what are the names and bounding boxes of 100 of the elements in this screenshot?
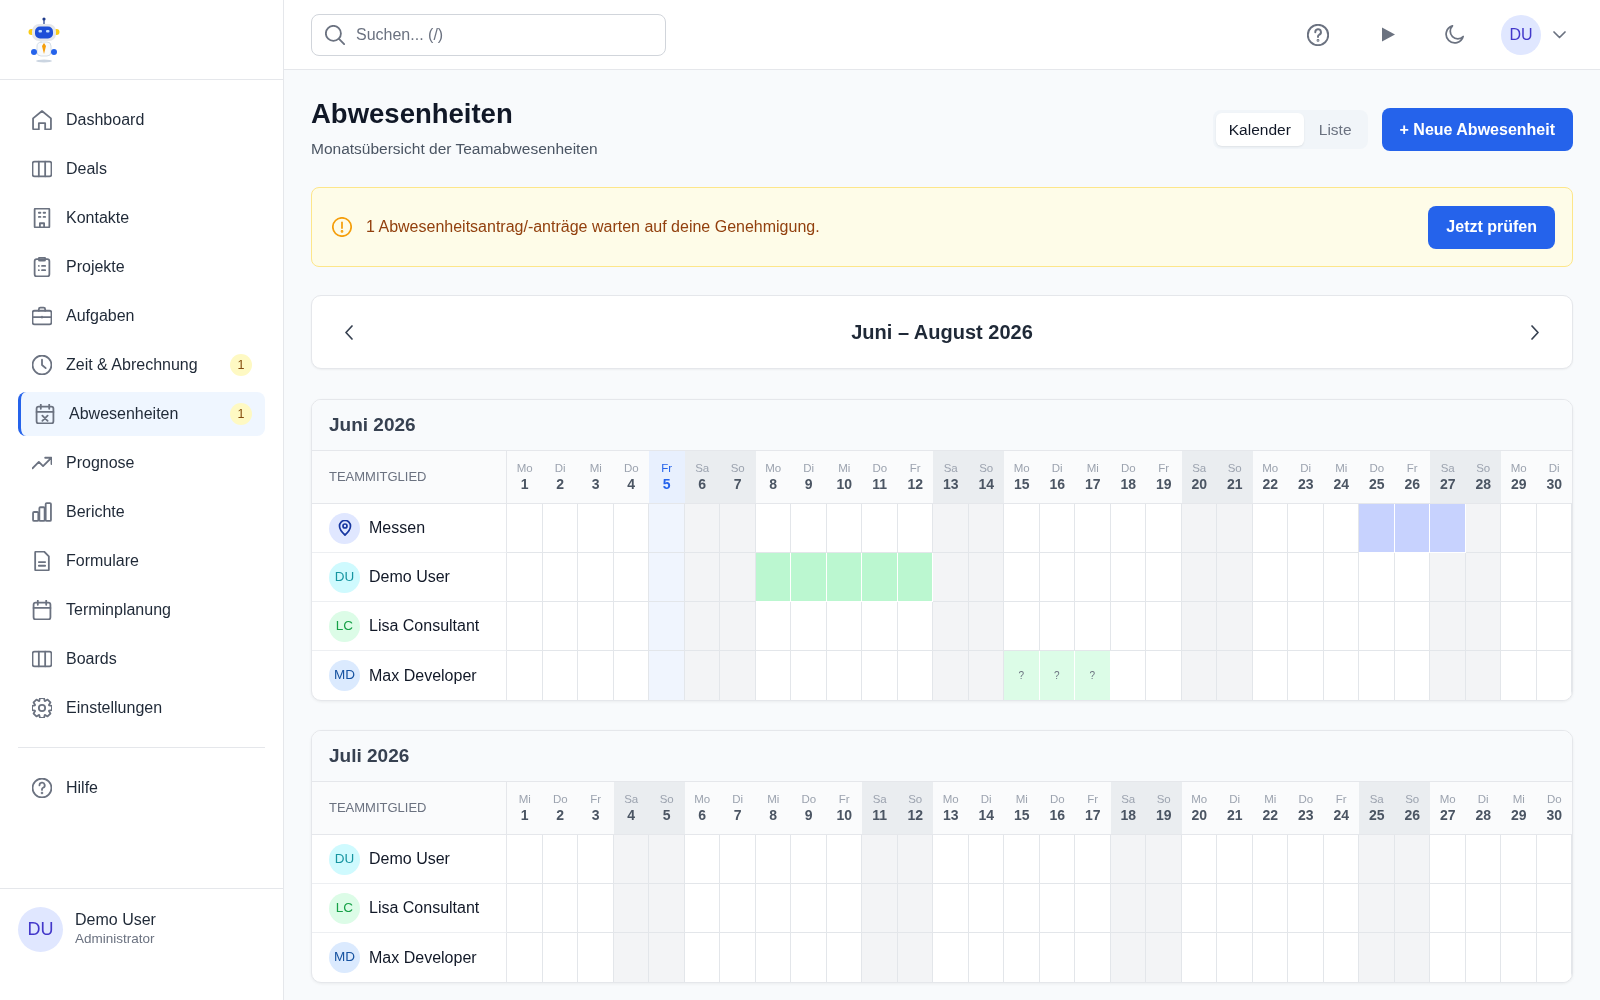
day-number: 25	[1368, 806, 1385, 824]
day-number: 9	[804, 475, 813, 493]
weekday-label: Mi	[1335, 461, 1348, 475]
member-name: Lisa Consultant	[369, 898, 480, 918]
weekday-label: So	[1476, 461, 1491, 475]
weekday-label: Fr	[909, 461, 921, 475]
day-number: 29	[1510, 475, 1527, 493]
day-number: 14	[978, 806, 995, 824]
page-title: Abwesenheiten	[311, 97, 514, 131]
member-avatar: LC	[329, 892, 360, 924]
play-icon[interactable]	[1382, 27, 1395, 42]
day-number: 28	[1475, 475, 1492, 493]
day-number: 20	[1191, 806, 1208, 824]
member-avatar: DU	[329, 561, 360, 593]
day-number: 5	[662, 806, 671, 824]
weekday-label: Mi	[518, 792, 531, 806]
day-number: 4	[627, 806, 636, 824]
calendar-icon	[32, 600, 52, 620]
nav-item[interactable]: Einstellungen	[18, 686, 265, 730]
calendar-x-icon	[35, 404, 55, 424]
nav-item[interactable]: Kontakte	[18, 196, 265, 240]
nav-item[interactable]: Hilfe	[18, 766, 265, 810]
day-number: 29	[1510, 806, 1527, 824]
day-number: 7	[733, 475, 742, 493]
new-absence-button[interactable]: + Neue Abwesenheit	[1381, 108, 1573, 151]
day-number: 5	[662, 475, 671, 493]
weekday-label: Mi	[767, 792, 780, 806]
weekday-label: Fr	[1406, 461, 1418, 475]
day-number: 20	[1191, 475, 1208, 493]
nav-item[interactable]: Boards	[18, 637, 265, 681]
nav-item[interactable]: Deals	[18, 147, 265, 191]
weekday-label: Mi	[589, 461, 602, 475]
weekday-label: Mo	[1191, 792, 1208, 806]
nav-item[interactable]: Formulare	[18, 539, 265, 583]
day-number: 21	[1226, 806, 1243, 824]
day-number: 2	[556, 475, 565, 493]
weekday-label: Di	[803, 461, 815, 475]
absence-cell: ?	[1004, 651, 1040, 700]
nav-item[interactable]: Abwesenheiten 1	[18, 392, 265, 436]
moon-icon[interactable]	[1445, 25, 1464, 44]
weekday-label: Do	[1049, 792, 1065, 806]
weekday-label: Do	[801, 792, 817, 806]
count-badge: 1	[230, 403, 252, 425]
help-icon[interactable]	[1307, 23, 1329, 46]
day-number: 14	[978, 475, 995, 493]
member-avatar: DU	[329, 843, 360, 875]
weekday-label: Di	[732, 792, 744, 806]
day-number: 3	[591, 806, 600, 824]
nav-item[interactable]: Aufgaben	[18, 294, 265, 338]
weekday-label: Do	[623, 461, 639, 475]
weekday-label: Do	[1369, 461, 1385, 475]
document-icon	[32, 551, 52, 571]
nav-item[interactable]: Berichte	[18, 490, 265, 534]
chevron-down-icon[interactable]	[1553, 30, 1566, 39]
day-number: 10	[836, 806, 853, 824]
day-number: 27	[1439, 475, 1456, 493]
day-number: 25	[1368, 475, 1385, 493]
day-number: 8	[769, 475, 778, 493]
member-name: Demo User	[369, 567, 450, 587]
search-field[interactable]: Suchen... (/)	[311, 13, 666, 56]
nav-item[interactable]: Prognose	[18, 441, 265, 485]
bar-chart-icon	[32, 502, 52, 522]
day-number: 18	[1120, 475, 1137, 493]
view-tab[interactable]: Liste	[1305, 113, 1365, 146]
weekday-label: Mo	[516, 461, 533, 475]
day-number: 23	[1297, 475, 1314, 493]
month-title: Juli 2026	[312, 731, 1572, 782]
warning-icon	[332, 217, 352, 237]
weekday-label: So	[1405, 792, 1420, 806]
weekday-label: Di	[554, 461, 566, 475]
user-name: Demo User	[75, 910, 156, 930]
columns-icon	[32, 649, 52, 669]
weekday-label: Mi	[1512, 792, 1525, 806]
day-number: 19	[1155, 806, 1172, 824]
day-number: 12	[907, 806, 924, 824]
member-name: Lisa Consultant	[369, 616, 480, 636]
user-avatar[interactable]: DU	[1501, 14, 1541, 55]
weekday-label: Mo	[942, 792, 959, 806]
weekday-label: Di	[1477, 792, 1489, 806]
weekday-label: Sa	[1121, 792, 1136, 806]
nav-item[interactable]: Terminplanung	[18, 588, 265, 632]
day-number: 22	[1262, 806, 1279, 824]
day-number: 16	[1049, 475, 1066, 493]
weekday-label: Do	[1298, 792, 1314, 806]
day-number: 13	[942, 806, 959, 824]
user-avatar: DU	[18, 907, 63, 952]
nav-item[interactable]: Zeit & Abrechnung 1	[18, 343, 265, 387]
view-tab[interactable]: Kalender	[1215, 113, 1304, 146]
nav-item[interactable]: Dashboard	[18, 98, 265, 142]
day-number: 22	[1262, 475, 1279, 493]
weekday-label: Sa	[1440, 461, 1455, 475]
day-number: 30	[1546, 475, 1563, 493]
day-number: 6	[698, 475, 707, 493]
nav-item[interactable]: Projekte	[18, 245, 265, 289]
weekday-label: Mo	[1013, 461, 1030, 475]
member-name: Messen	[369, 518, 426, 538]
weekday-label: Do	[872, 461, 888, 475]
columns-icon	[32, 159, 52, 179]
review-button[interactable]: Jetzt prüfen	[1428, 205, 1555, 249]
member-avatar: MD	[329, 942, 360, 973]
